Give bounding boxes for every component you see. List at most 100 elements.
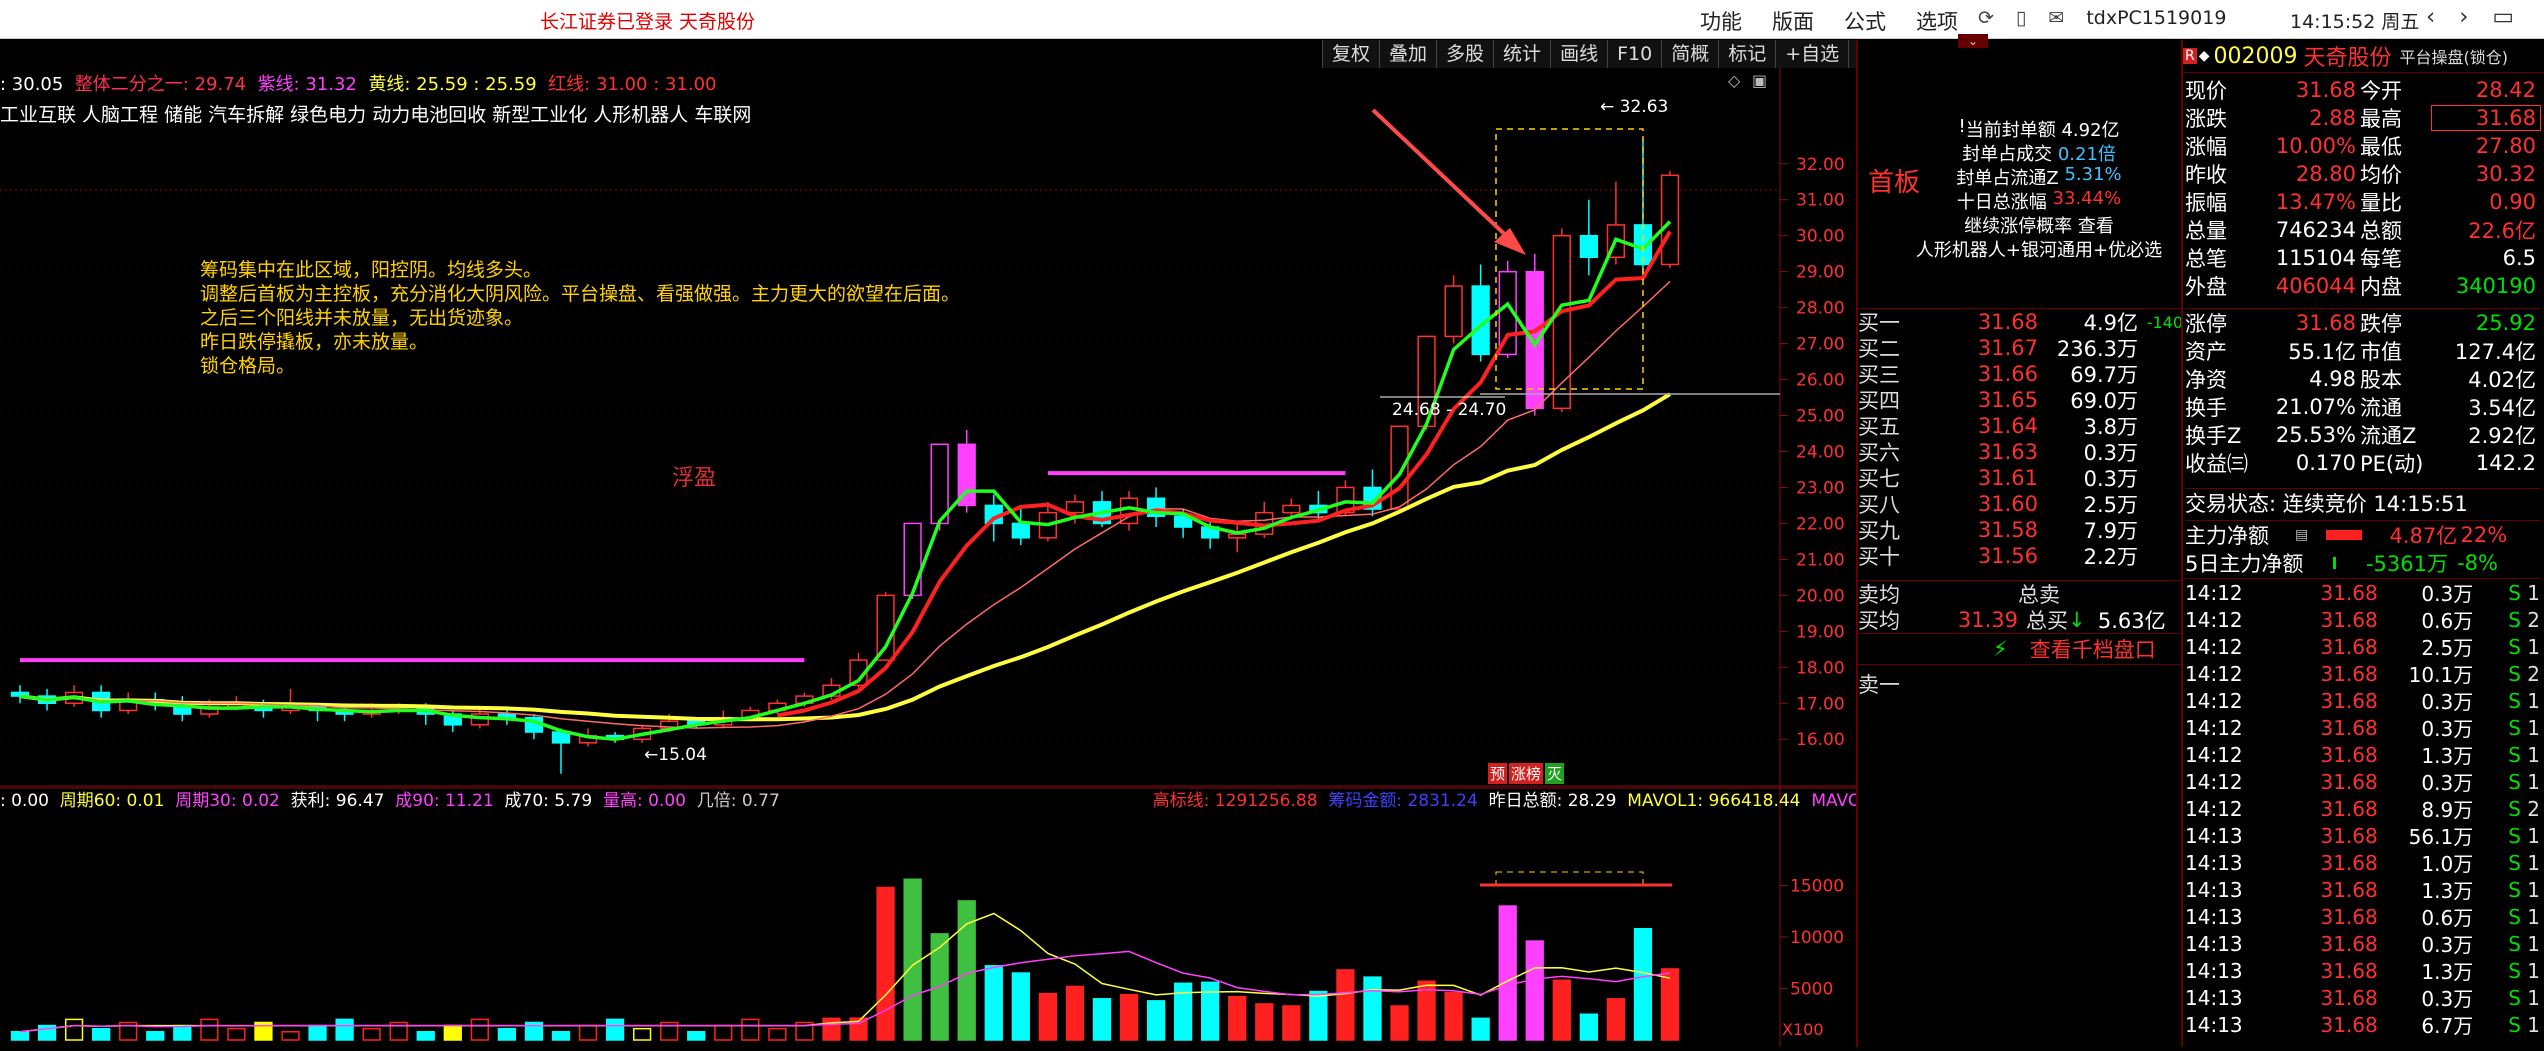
tick-count: 1 [2527, 688, 2541, 713]
buy-row[interactable]: 买四 31.65 69.0万 [1858, 387, 2183, 413]
buy-row[interactable]: 买七 31.61 0.3万 [1858, 465, 2183, 491]
panel-icon[interactable]: ▣ [1752, 71, 1767, 90]
quote-label: 今开 [2360, 79, 2402, 103]
toolbar-mark[interactable]: 标记 [1718, 40, 1776, 68]
toolbar-f10[interactable]: F10 [1607, 40, 1662, 68]
collapse-icon[interactable]: ⌄ [1958, 34, 1988, 48]
quote-value: 25.92 [2475, 311, 2536, 335]
buy-row[interactable]: 买二 31.67 236.3万 [1858, 335, 2183, 361]
menu-item-options[interactable]: 选项 [1916, 6, 1958, 36]
toolbar-multi[interactable]: 多股 [1436, 40, 1494, 68]
capital-pct: 22% [2460, 523, 2508, 547]
fund-grid: 涨停 31.68 资产 55.1亿 净资 4.98 换手 21.07% 换手Z 25.53% 收益㈢… [2185, 308, 2540, 477]
toolbar-draw[interactable]: 画线 [1550, 40, 1608, 68]
tick-price: 31.68 [2320, 958, 2378, 983]
buy-price: 31.56 [1977, 544, 2038, 568]
tick-row: 14:12 31.68 0.6万 S 2 [2185, 606, 2540, 634]
menu-item-layout[interactable]: 版面 [1772, 6, 1814, 36]
vind-item: 获利: 96.47 [290, 791, 385, 811]
toolbar-brief[interactable]: 简概 [1661, 40, 1719, 68]
phone-icon[interactable]: ▯ [2016, 7, 2026, 29]
volume-bar [497, 1027, 517, 1041]
quote-label: 换手Z [2185, 424, 2242, 448]
quote-row: 均价 30.32 [2360, 160, 2540, 188]
tick-time: 14:13 [2185, 823, 2243, 848]
quote-panel: R ◆ 002009 天奇股份 平台操盘(锁仓) 现价 31.68 涨跌 2.88 涨幅… [2181, 40, 2544, 1047]
vind-item: 昨日总额: 28.29 [1488, 791, 1617, 811]
y-tick-label: 18.00 [1796, 658, 1845, 678]
buy-row[interactable]: 买六 31.63 0.3万 [1858, 439, 2183, 465]
continue-limit-link[interactable]: 查看 [2078, 212, 2114, 237]
kline-chart-area[interactable]: 32.00 31.00 30.00 29.00 28.00 27.00 26.00 25.00… [0, 40, 1856, 1047]
chart-icon[interactable]: ▤ [2295, 527, 2308, 543]
menu-item-function[interactable]: 功能 [1700, 6, 1742, 36]
mail-icon[interactable]: ✉ [2048, 7, 2064, 29]
fund-col-right: 跌停 25.92 市值 127.4亿 股本 4.02亿 流通 3.54亿 流通Z 2.92亿 PE(… [2360, 309, 2540, 477]
y-tick-label: 28.00 [1796, 299, 1845, 319]
vind-item: 筹码金额: 2831.24 [1328, 791, 1478, 811]
vind-item: 成90: 11.21 [395, 791, 494, 811]
ind-purple: 紫线: 31.32 [257, 74, 357, 95]
menu-item-formula[interactable]: 公式 [1844, 6, 1886, 36]
quote-value: 2.92亿 [2468, 424, 2536, 448]
quote-label: 流通Z [2360, 424, 2417, 448]
toolbar-overlay[interactable]: 叠加 [1379, 40, 1437, 68]
refresh-icon[interactable]: ⟳ [1978, 7, 1994, 29]
tick-row: 14:12 31.68 2.5万 S 1 [2185, 633, 2540, 661]
window-restore-icon[interactable]: ▭ [2492, 4, 2514, 30]
candle-body [1579, 234, 1598, 259]
capital-row: 5日主力净额 -5361万 -8% [2185, 549, 2540, 577]
buy-price: 31.64 [1977, 414, 2038, 438]
tenlevel-row: ⚡ 查看千档盘口 [1858, 633, 2183, 664]
toolbar-adjust[interactable]: 复权 [1322, 40, 1380, 68]
quote-row: 总量 746234 [2185, 216, 2360, 244]
diamond-icon[interactable]: ◇ [1728, 71, 1741, 90]
buy-price: 31.66 [1977, 362, 2038, 386]
candle-body [1282, 504, 1301, 514]
quote-row: 现价 31.68 [2185, 76, 2360, 104]
quote-value: 22.6亿 [2468, 219, 2536, 243]
candle-body [1525, 270, 1544, 410]
tick-list[interactable]: 14:12 31.68 0.3万 S 1 14:12 31.68 0.6万 S 2 14:12 31.… [2185, 578, 2540, 1038]
quote-value: 0.170 [2295, 451, 2356, 475]
volume-bar [1255, 1003, 1274, 1041]
tick-time: 14:12 [2185, 580, 2243, 605]
capital-value: -5361万 [2365, 552, 2448, 576]
buy-row[interactable]: 买三 31.66 69.7万 [1858, 361, 2183, 387]
ten-level-link[interactable]: 查看千档盘口 [2030, 634, 2156, 664]
volume-bar [227, 1027, 246, 1041]
toolbar-stats[interactable]: 统计 [1493, 40, 1551, 68]
forward-icon[interactable]: › [2459, 4, 2468, 30]
tick-volume: 1.0万 [2421, 852, 2474, 876]
candle-body [1390, 425, 1409, 510]
volume-bar [876, 886, 895, 1041]
login-notice: 长江证券已登录 天奇股份 [540, 11, 756, 33]
y-tick-label: 23.00 [1796, 478, 1845, 498]
quote-value: 3.54亿 [2468, 396, 2536, 420]
volume-bar [984, 965, 1003, 1041]
stock-code: 002009 [2213, 43, 2298, 69]
capital-flow: 主力净额 ▤ 4.87亿 22% 5日主力净额 -5361万 -8% [2185, 520, 2540, 577]
seal-row: 十日总涨幅 33.44% [1898, 188, 2180, 213]
volume-bar [1552, 979, 1571, 1041]
capital-label: 主力净额 [2185, 524, 2269, 548]
y-tick-label: 32.00 [1796, 155, 1845, 175]
buy-price: 31.58 [1977, 518, 2038, 542]
buy-row[interactable]: 买八 31.60 2.5万 [1858, 491, 2183, 517]
limit-badges: 预 涨榜 灭 [1488, 763, 1565, 784]
back-icon[interactable]: ‹ [2426, 4, 2435, 30]
toolbar-add-watch[interactable]: +自选 [1775, 40, 1849, 68]
volume-bar [173, 1024, 192, 1041]
y-tick-label: 19.00 [1796, 622, 1845, 642]
volume-bar [1498, 905, 1517, 1041]
total-buy-value: 5.63亿 [2097, 609, 2166, 633]
buy-row[interactable]: 买一 31.68 4.9亿 -140 [1858, 309, 2183, 335]
buy-row[interactable]: 买九 31.58 7.9万 [1858, 517, 2183, 543]
kline-chart[interactable]: 32.00 31.00 30.00 29.00 28.00 27.00 26.00 25.00… [0, 40, 1856, 1047]
tick-price: 31.68 [2320, 715, 2378, 740]
buy-row[interactable]: 买十 31.56 2.2万 [1858, 543, 2183, 569]
buy-row[interactable]: 买五 31.64 3.8万 [1858, 413, 2183, 439]
note-line: 调整后首板为主控板，充分消化大阴风险。平台操盘、看强做强。主力更大的欲望在后面。 [200, 283, 961, 305]
tick-row: 14:13 31.68 1.3万 S 1 [2185, 876, 2540, 904]
seal-row: 封单占流通Z 5.31% [1898, 164, 2180, 189]
